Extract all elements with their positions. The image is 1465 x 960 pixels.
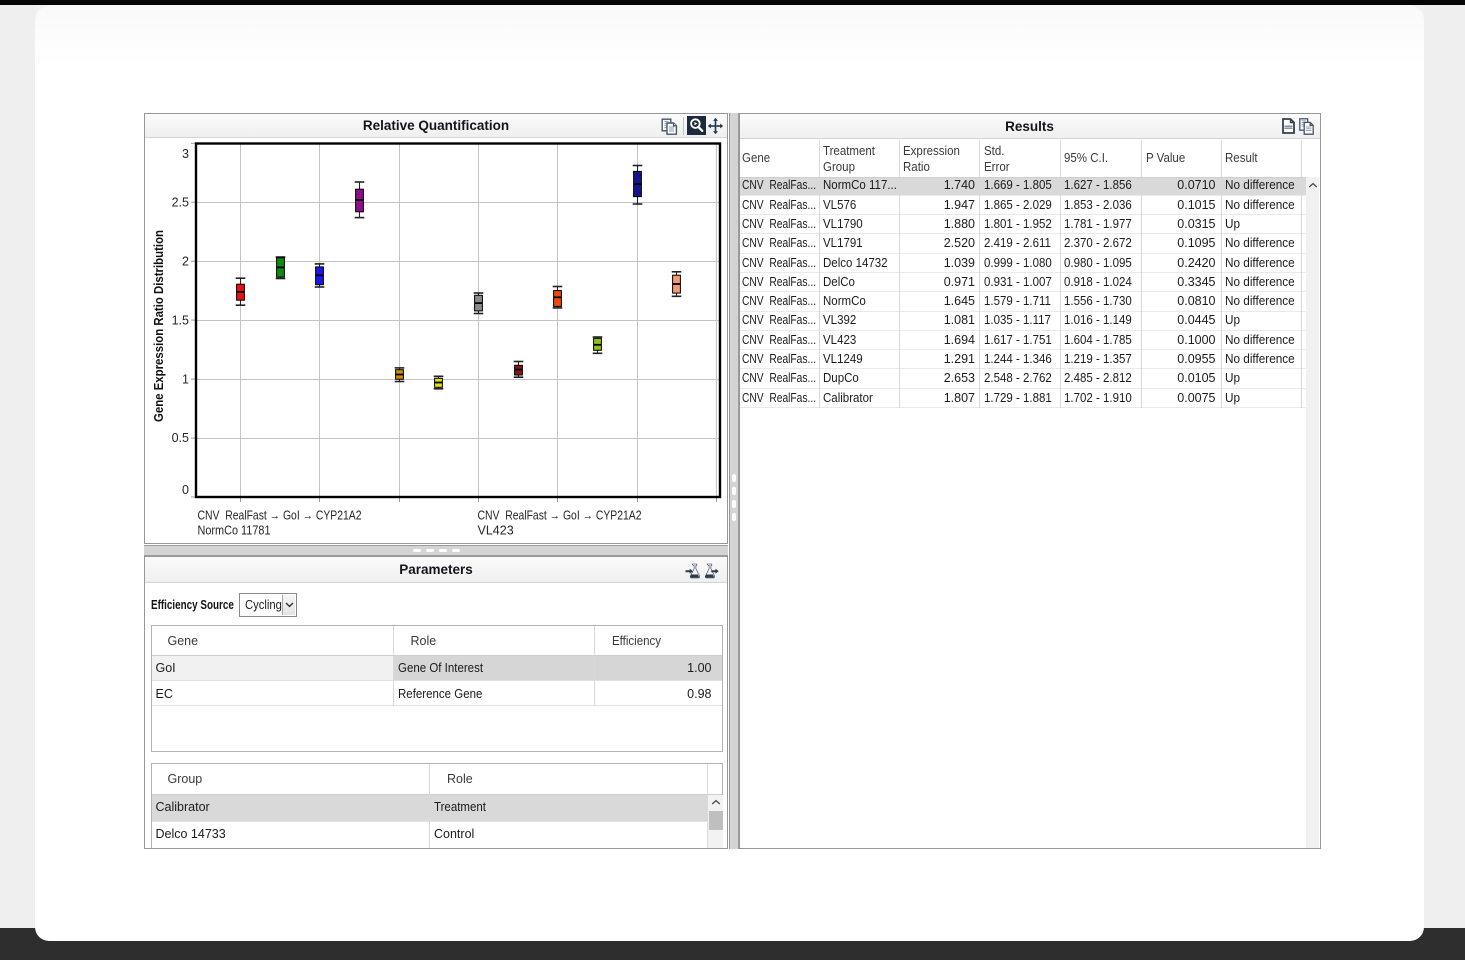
svg-text:0: 0 — [182, 483, 189, 497]
svg-text:VL423: VL423 — [478, 524, 514, 538]
svg-text:3: 3 — [182, 147, 189, 161]
svg-text:CNV RealFast → GoI → CYP21A2: CNV RealFast → GoI → CYP21A2 — [478, 509, 642, 523]
svg-text:0.5: 0.5 — [172, 431, 189, 445]
svg-text:Gene Expression Ratio Distribu: Gene Expression Ratio Distribution — [152, 230, 166, 422]
svg-text:NormCo 11781: NormCo 11781 — [198, 524, 271, 538]
svg-text:1.5: 1.5 — [172, 313, 189, 327]
svg-text:1: 1 — [182, 372, 189, 386]
svg-text:CNV RealFast → GoI → CYP21A2: CNV RealFast → GoI → CYP21A2 — [198, 509, 362, 523]
svg-text:2.5: 2.5 — [172, 196, 189, 210]
svg-text:2: 2 — [182, 254, 189, 268]
